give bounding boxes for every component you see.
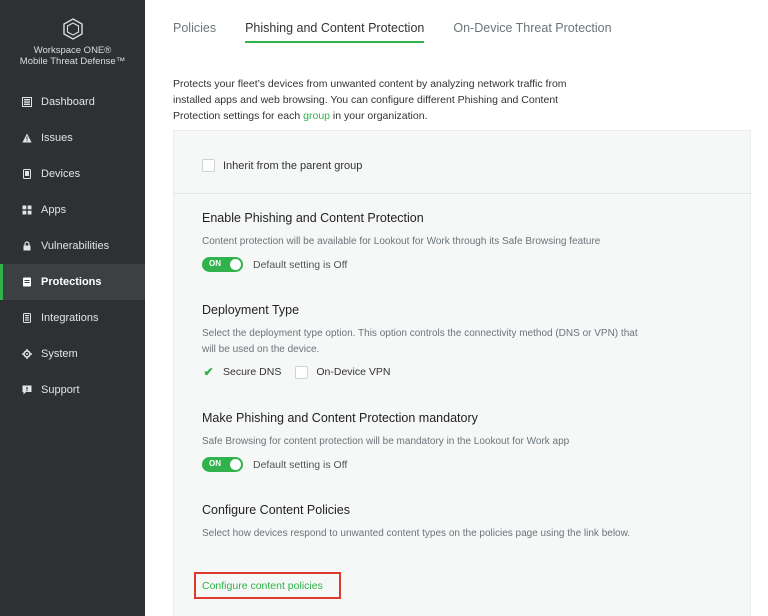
configure-section-desc: Select how devices respond to unwanted c… xyxy=(202,528,631,539)
brand-line-2: Mobile Threat Defense™ xyxy=(19,56,126,67)
mandatory-section-desc: Safe Browsing for content protection wil… xyxy=(202,436,570,447)
hexagon-logo-icon xyxy=(62,18,83,40)
sidebar-item-system[interactable]: System xyxy=(0,336,145,372)
mandatory-toggle[interactable]: ON xyxy=(202,457,243,472)
enable-section-title: Enable Phishing and Content Protection xyxy=(202,211,424,225)
enable-default-text: Default setting is Off xyxy=(253,258,348,271)
sidebar-item-vulnerabilities[interactable]: Vulnerabilities xyxy=(0,228,145,264)
sidebar-item-protections[interactable]: Protections xyxy=(0,264,145,300)
configure-content-policies-link[interactable]: Configure content policies xyxy=(194,572,341,599)
sidebar-item-label: Support xyxy=(41,384,80,396)
mandatory-default-text: Default setting is Off xyxy=(253,458,348,471)
sidebar-item-label: Integrations xyxy=(41,312,99,324)
warning-icon xyxy=(22,133,32,143)
device-icon xyxy=(22,169,32,179)
tab-bar: Policies Phishing and Content Protection… xyxy=(173,21,641,43)
brand: Workspace ONE® Mobile Threat Defense™ xyxy=(0,18,145,67)
lock-icon xyxy=(22,241,32,251)
sidebar-item-label: Vulnerabilities xyxy=(41,240,110,252)
sidebar-item-label: Protections xyxy=(41,276,102,288)
dashboard-icon xyxy=(22,97,32,107)
deployment-options: ✔ Secure DNS On-Device VPN xyxy=(202,365,404,379)
sidebar-item-label: Apps xyxy=(41,204,67,216)
inherit-checkbox[interactable] xyxy=(202,159,215,172)
sidebar-item-integrations[interactable]: Integrations xyxy=(0,300,145,336)
group-link[interactable]: group xyxy=(303,110,330,122)
configure-section-title: Configure Content Policies xyxy=(202,503,350,517)
on-device-vpn-label: On-Device VPN xyxy=(316,366,391,378)
on-device-vpn-checkbox[interactable] xyxy=(295,365,309,379)
intro-text: Protects your fleet’s devices from unwan… xyxy=(173,76,603,124)
secure-dns-label: Secure DNS xyxy=(223,366,282,378)
tab-on-device-threat-protection[interactable]: On-Device Threat Protection xyxy=(453,21,611,43)
sidebar-item-devices[interactable]: Devices xyxy=(0,156,145,192)
toggle-knob xyxy=(230,459,241,470)
sidebar-nav: Dashboard Issues Devices Apps Vulnerabil… xyxy=(0,84,145,408)
mandatory-toggle-row: ON Default setting is Off xyxy=(202,457,347,472)
apps-grid-icon xyxy=(22,205,32,215)
deployment-section-desc: Select the deployment type option. This … xyxy=(202,328,638,355)
sidebar-item-support[interactable]: Support xyxy=(0,372,145,408)
sidebar-item-issues[interactable]: Issues xyxy=(0,120,145,156)
sidebar-item-label: Issues xyxy=(41,132,73,144)
enable-toggle-row: ON Default setting is Off xyxy=(202,257,347,272)
tab-phishing-and-content-protection[interactable]: Phishing and Content Protection xyxy=(245,21,425,43)
deployment-section-title: Deployment Type xyxy=(202,303,300,317)
sidebar-item-label: Devices xyxy=(41,168,81,180)
divider xyxy=(174,193,752,194)
toggle-on-label: ON xyxy=(209,259,221,268)
inherit-label: Inherit from the parent group xyxy=(223,159,363,172)
inherit-row: Inherit from the parent group xyxy=(202,159,362,172)
sidebar-item-dashboard[interactable]: Dashboard xyxy=(0,84,145,120)
sidebar: Workspace ONE® Mobile Threat Defense™ Da… xyxy=(0,0,145,616)
toggle-on-label: ON xyxy=(209,459,221,468)
gear-icon xyxy=(22,349,32,359)
sidebar-item-label: System xyxy=(41,348,78,360)
secure-dns-option[interactable]: ✔ Secure DNS xyxy=(202,365,281,379)
intro-text-end: in your organization. xyxy=(330,110,428,122)
support-chat-icon xyxy=(22,385,32,395)
checkmark-icon: ✔ xyxy=(203,365,214,379)
tab-policies[interactable]: Policies xyxy=(173,21,216,43)
settings-panel: Inherit from the parent group Enable Phi… xyxy=(173,130,752,616)
enable-section-desc: Content protection will be available for… xyxy=(202,236,601,247)
enable-protection-toggle[interactable]: ON xyxy=(202,257,243,272)
brand-line-1: Workspace ONE® xyxy=(33,45,112,56)
mandatory-section-title: Make Phishing and Content Protection man… xyxy=(202,411,478,425)
toggle-knob xyxy=(230,259,241,270)
sidebar-item-apps[interactable]: Apps xyxy=(0,192,145,228)
integrations-icon xyxy=(22,313,32,323)
protections-icon xyxy=(22,277,32,287)
sidebar-item-label: Dashboard xyxy=(41,96,95,108)
main-content: Policies Phishing and Content Protection… xyxy=(145,0,768,616)
on-device-vpn-option[interactable]: On-Device VPN xyxy=(295,365,391,379)
